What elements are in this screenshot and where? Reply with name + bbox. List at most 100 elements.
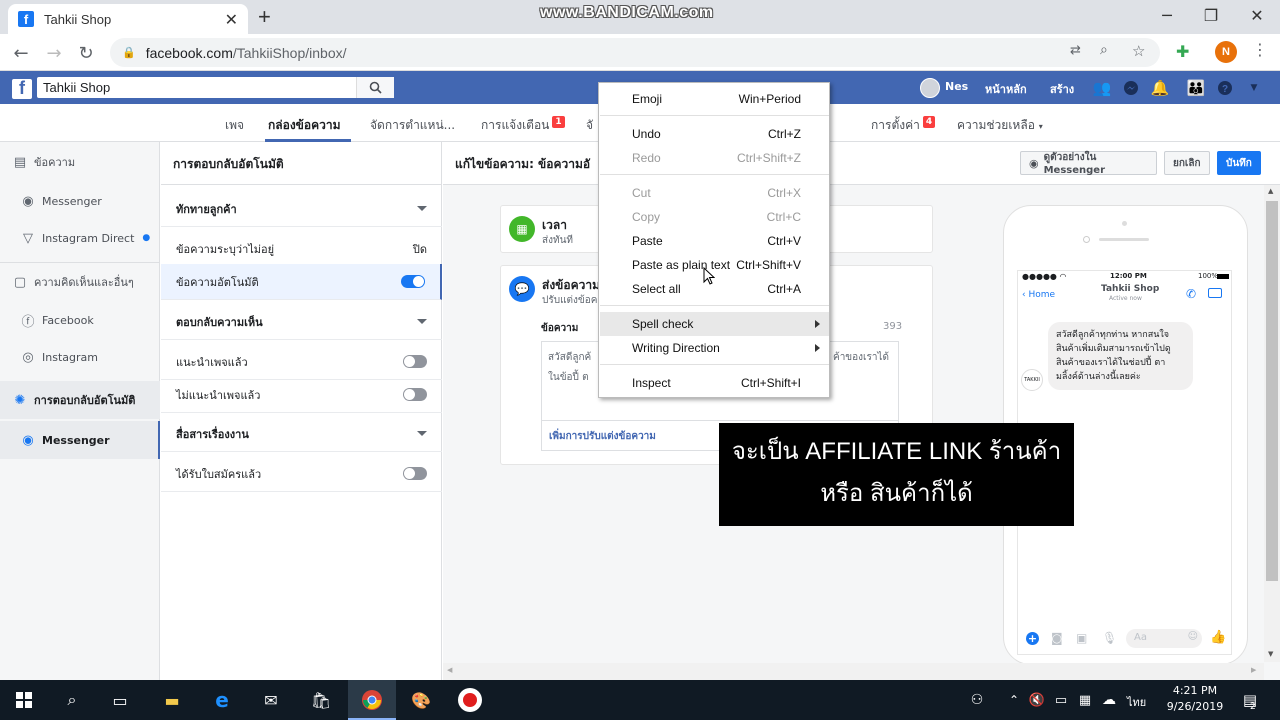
group-jobs[interactable]: สื่อสารเรื่องงาน bbox=[161, 416, 442, 452]
friends-icon[interactable]: 👥 bbox=[1093, 79, 1112, 97]
restore-icon[interactable]: ❐ bbox=[1188, 0, 1234, 30]
mail-icon[interactable]: ✉ bbox=[259, 688, 283, 712]
menu-item-inspect[interactable]: Inspect Ctrl+Shift+I bbox=[600, 371, 829, 395]
help-icon[interactable]: ? bbox=[1216, 79, 1234, 97]
bandicam-record-icon[interactable] bbox=[458, 688, 482, 712]
extension-icon[interactable]: ✚ bbox=[1176, 42, 1189, 61]
scroll-up-icon[interactable]: ▲ bbox=[1268, 187, 1273, 195]
search-icon[interactable] bbox=[356, 77, 394, 98]
profile-avatar[interactable]: N bbox=[1215, 41, 1237, 63]
row-application-received[interactable]: ได้รับใบสมัครแล้ว bbox=[161, 456, 442, 492]
menu-item-writing-direction[interactable]: Writing Direction bbox=[600, 336, 829, 360]
not-recommended-toggle[interactable] bbox=[403, 388, 427, 401]
windows-start-icon[interactable] bbox=[12, 688, 36, 712]
bookmark-star-icon[interactable]: ☆ bbox=[1132, 42, 1145, 60]
reload-icon[interactable]: ↻ bbox=[75, 42, 97, 64]
user-name[interactable]: Nes bbox=[945, 80, 968, 93]
group-greet-customers[interactable]: ทักทายลูกค้า bbox=[161, 191, 442, 227]
tab-page[interactable]: เพจ bbox=[225, 116, 244, 135]
scroll-left-icon[interactable]: ◀ bbox=[447, 666, 452, 674]
menu-item-emoji[interactable]: Emoji Win+Period bbox=[600, 87, 829, 111]
scroll-right-icon[interactable]: ▶ bbox=[1251, 666, 1256, 674]
horizontal-scrollbar[interactable]: ◀ ▶ bbox=[443, 663, 1264, 680]
sidebar-item-instagram[interactable]: ◎ Instagram bbox=[0, 338, 160, 376]
sidebar-item-automated-messenger[interactable]: ◉ Messenger bbox=[0, 421, 160, 459]
volume-muted-icon[interactable]: 🔇 bbox=[1025, 688, 1049, 712]
svg-text:?: ? bbox=[1222, 84, 1228, 95]
menu-item-cut[interactable]: Cut Ctrl+X bbox=[600, 181, 829, 205]
browser-tab[interactable]: f Tahkii Shop ✕ bbox=[8, 4, 248, 34]
sidebar-item-messenger[interactable]: ◉ Messenger bbox=[0, 182, 160, 220]
cancel-button[interactable]: ยกเลิก bbox=[1164, 151, 1210, 175]
zoom-icon[interactable]: ⌕ bbox=[1100, 42, 1108, 58]
menu-item-undo[interactable]: Undo Ctrl+Z bbox=[600, 122, 829, 146]
tab-manage-roles[interactable]: จัดการตำแหน่... bbox=[370, 116, 455, 135]
application-toggle[interactable] bbox=[403, 467, 427, 480]
notifications-icon[interactable]: 🔔 bbox=[1151, 79, 1170, 97]
chrome-menu-icon[interactable]: ⋮ bbox=[1252, 40, 1268, 59]
menu-item-label: Redo bbox=[632, 151, 661, 165]
menu-item-label: Emoji bbox=[632, 92, 663, 106]
address-bar[interactable]: 🔒 facebook.com/TahkiiShop/inbox/ ⇄ ⌕ ☆ bbox=[110, 38, 1160, 67]
people-icon[interactable]: ⚇ bbox=[965, 688, 989, 712]
onedrive-icon[interactable]: ☁ bbox=[1097, 688, 1121, 712]
group-comment-replies[interactable]: ตอบกลับความเห็น bbox=[161, 304, 442, 340]
instant-reply-toggle[interactable] bbox=[401, 275, 425, 288]
row-away-message[interactable]: ข้อความระบุว่าไม่อยู่ ปิด bbox=[161, 231, 442, 267]
sidebar-item-comments[interactable]: ▢ ความคิดเห็นและอื่นๆ bbox=[0, 263, 160, 301]
minimize-icon[interactable]: ─ bbox=[1144, 0, 1190, 30]
menu-item-copy[interactable]: Copy Ctrl+C bbox=[600, 205, 829, 229]
user-avatar[interactable] bbox=[920, 78, 940, 98]
preview-messenger-button[interactable]: ◉ ดูตัวอย่างใน Messenger bbox=[1020, 151, 1157, 176]
search-input[interactable]: Tahkii Shop bbox=[37, 77, 394, 98]
back-icon[interactable]: ← bbox=[10, 42, 32, 64]
vertical-scrollbar[interactable]: ▲ ▼ bbox=[1264, 185, 1280, 662]
input-language[interactable]: ไทย bbox=[1127, 693, 1146, 711]
account-menu-icon[interactable]: ▼ bbox=[1245, 79, 1263, 97]
tab-settings[interactable]: การตั้งค่า 4 bbox=[871, 116, 936, 135]
menu-item-paste[interactable]: Paste Ctrl+V bbox=[600, 229, 829, 253]
tab-notifications[interactable]: การแจ้งเตือน 1 bbox=[481, 116, 565, 135]
search-icon[interactable]: ⌕ bbox=[60, 688, 84, 712]
new-tab-icon[interactable]: + bbox=[258, 4, 271, 30]
sidebar-item-instagram-direct[interactable]: ▽ Instagram Direct ● bbox=[0, 219, 160, 257]
task-view-icon[interactable]: ▭ bbox=[108, 688, 132, 712]
facebook-favicon-icon: f bbox=[18, 11, 34, 27]
battery-icon[interactable]: ▭ bbox=[1049, 688, 1073, 712]
menu-item-spell-check[interactable]: Spell check bbox=[600, 312, 829, 336]
paint-icon[interactable]: 🎨 bbox=[409, 688, 433, 712]
messenger-icon[interactable] bbox=[1122, 79, 1140, 97]
tab-inbox[interactable]: กล่องข้อความ bbox=[268, 116, 341, 135]
groups-icon[interactable]: 👪 bbox=[1187, 79, 1206, 97]
forward-icon[interactable]: → bbox=[43, 42, 65, 64]
unread-dot: ● bbox=[142, 233, 151, 243]
save-button[interactable]: บันทึก bbox=[1217, 151, 1261, 175]
translate-icon[interactable]: ⇄ bbox=[1070, 43, 1081, 58]
sidebar-item-messages[interactable]: ▤ ข้อความ bbox=[0, 143, 160, 181]
close-window-icon[interactable]: ✕ bbox=[1234, 0, 1280, 30]
system-clock[interactable]: 4:21 PM 9/26/2019 bbox=[1160, 684, 1230, 713]
edge-icon[interactable]: e bbox=[210, 688, 234, 712]
row-not-recommended[interactable]: ไม่แนะนำเพจแล้ว bbox=[161, 377, 442, 413]
create-link[interactable]: สร้าง bbox=[1050, 80, 1074, 98]
sidebar-item-automated-responses[interactable]: ✺ การตอบกลับอัตโนมัติ bbox=[0, 381, 160, 419]
bubble-line: สินค้าของเราได้ในช่อปปี้ ตา bbox=[1056, 358, 1166, 368]
tab-help[interactable]: ความช่วยเหลือ ▾ bbox=[957, 116, 1043, 135]
file-explorer-icon[interactable]: ▬ bbox=[160, 688, 184, 712]
sidebar-item-facebook[interactable]: ⓕ Facebook bbox=[0, 301, 160, 339]
home-link[interactable]: หน้าหลัก bbox=[985, 80, 1027, 98]
facebook-logo-icon[interactable]: f bbox=[12, 79, 32, 99]
chrome-taskbar-button[interactable] bbox=[348, 680, 396, 720]
close-tab-icon[interactable]: ✕ bbox=[225, 10, 238, 29]
tab-partial[interactable]: จั bbox=[586, 116, 593, 135]
back-home-link[interactable]: ‹ Home bbox=[1022, 290, 1055, 300]
menu-item-redo[interactable]: Redo Ctrl+Shift+Z bbox=[600, 146, 829, 170]
store-icon[interactable]: 🛍 bbox=[309, 688, 333, 712]
scrollbar-thumb[interactable] bbox=[1266, 201, 1278, 581]
recommended-toggle[interactable] bbox=[403, 355, 427, 368]
tray-chevron-icon[interactable]: ⌃ bbox=[1002, 688, 1026, 712]
scroll-down-icon[interactable]: ▼ bbox=[1268, 650, 1273, 658]
network-icon[interactable]: ▦ bbox=[1073, 688, 1097, 712]
row-recommended[interactable]: แนะนำเพจแล้ว bbox=[161, 344, 442, 380]
row-instant-reply[interactable]: ข้อความอัตโนมัติ bbox=[161, 264, 442, 300]
